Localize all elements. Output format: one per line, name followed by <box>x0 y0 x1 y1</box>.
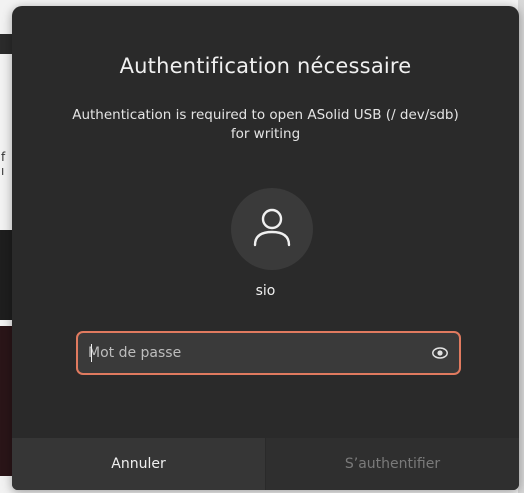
text-caret <box>91 344 92 362</box>
background-strip <box>0 230 12 320</box>
username-label: sio <box>255 283 276 299</box>
user-icon <box>253 208 291 247</box>
password-field[interactable] <box>76 331 461 375</box>
user-avatar <box>231 188 313 270</box>
background-strip <box>0 326 12 476</box>
authenticate-button[interactable]: S’authentifier <box>266 438 519 490</box>
password-input[interactable] <box>88 333 408 373</box>
background-strip <box>0 34 12 54</box>
eye-icon[interactable] <box>431 344 449 362</box>
background-text: f ı <box>1 150 6 178</box>
cancel-button[interactable]: Annuler <box>12 438 266 490</box>
dialog-buttons: Annuler S’authentifier <box>12 438 519 490</box>
dialog-message: Authentication is required to open ASoli… <box>72 107 459 142</box>
authentication-dialog: Authentification nécessaire Authenticati… <box>12 6 519 490</box>
dialog-title: Authentification nécessaire <box>119 54 412 78</box>
